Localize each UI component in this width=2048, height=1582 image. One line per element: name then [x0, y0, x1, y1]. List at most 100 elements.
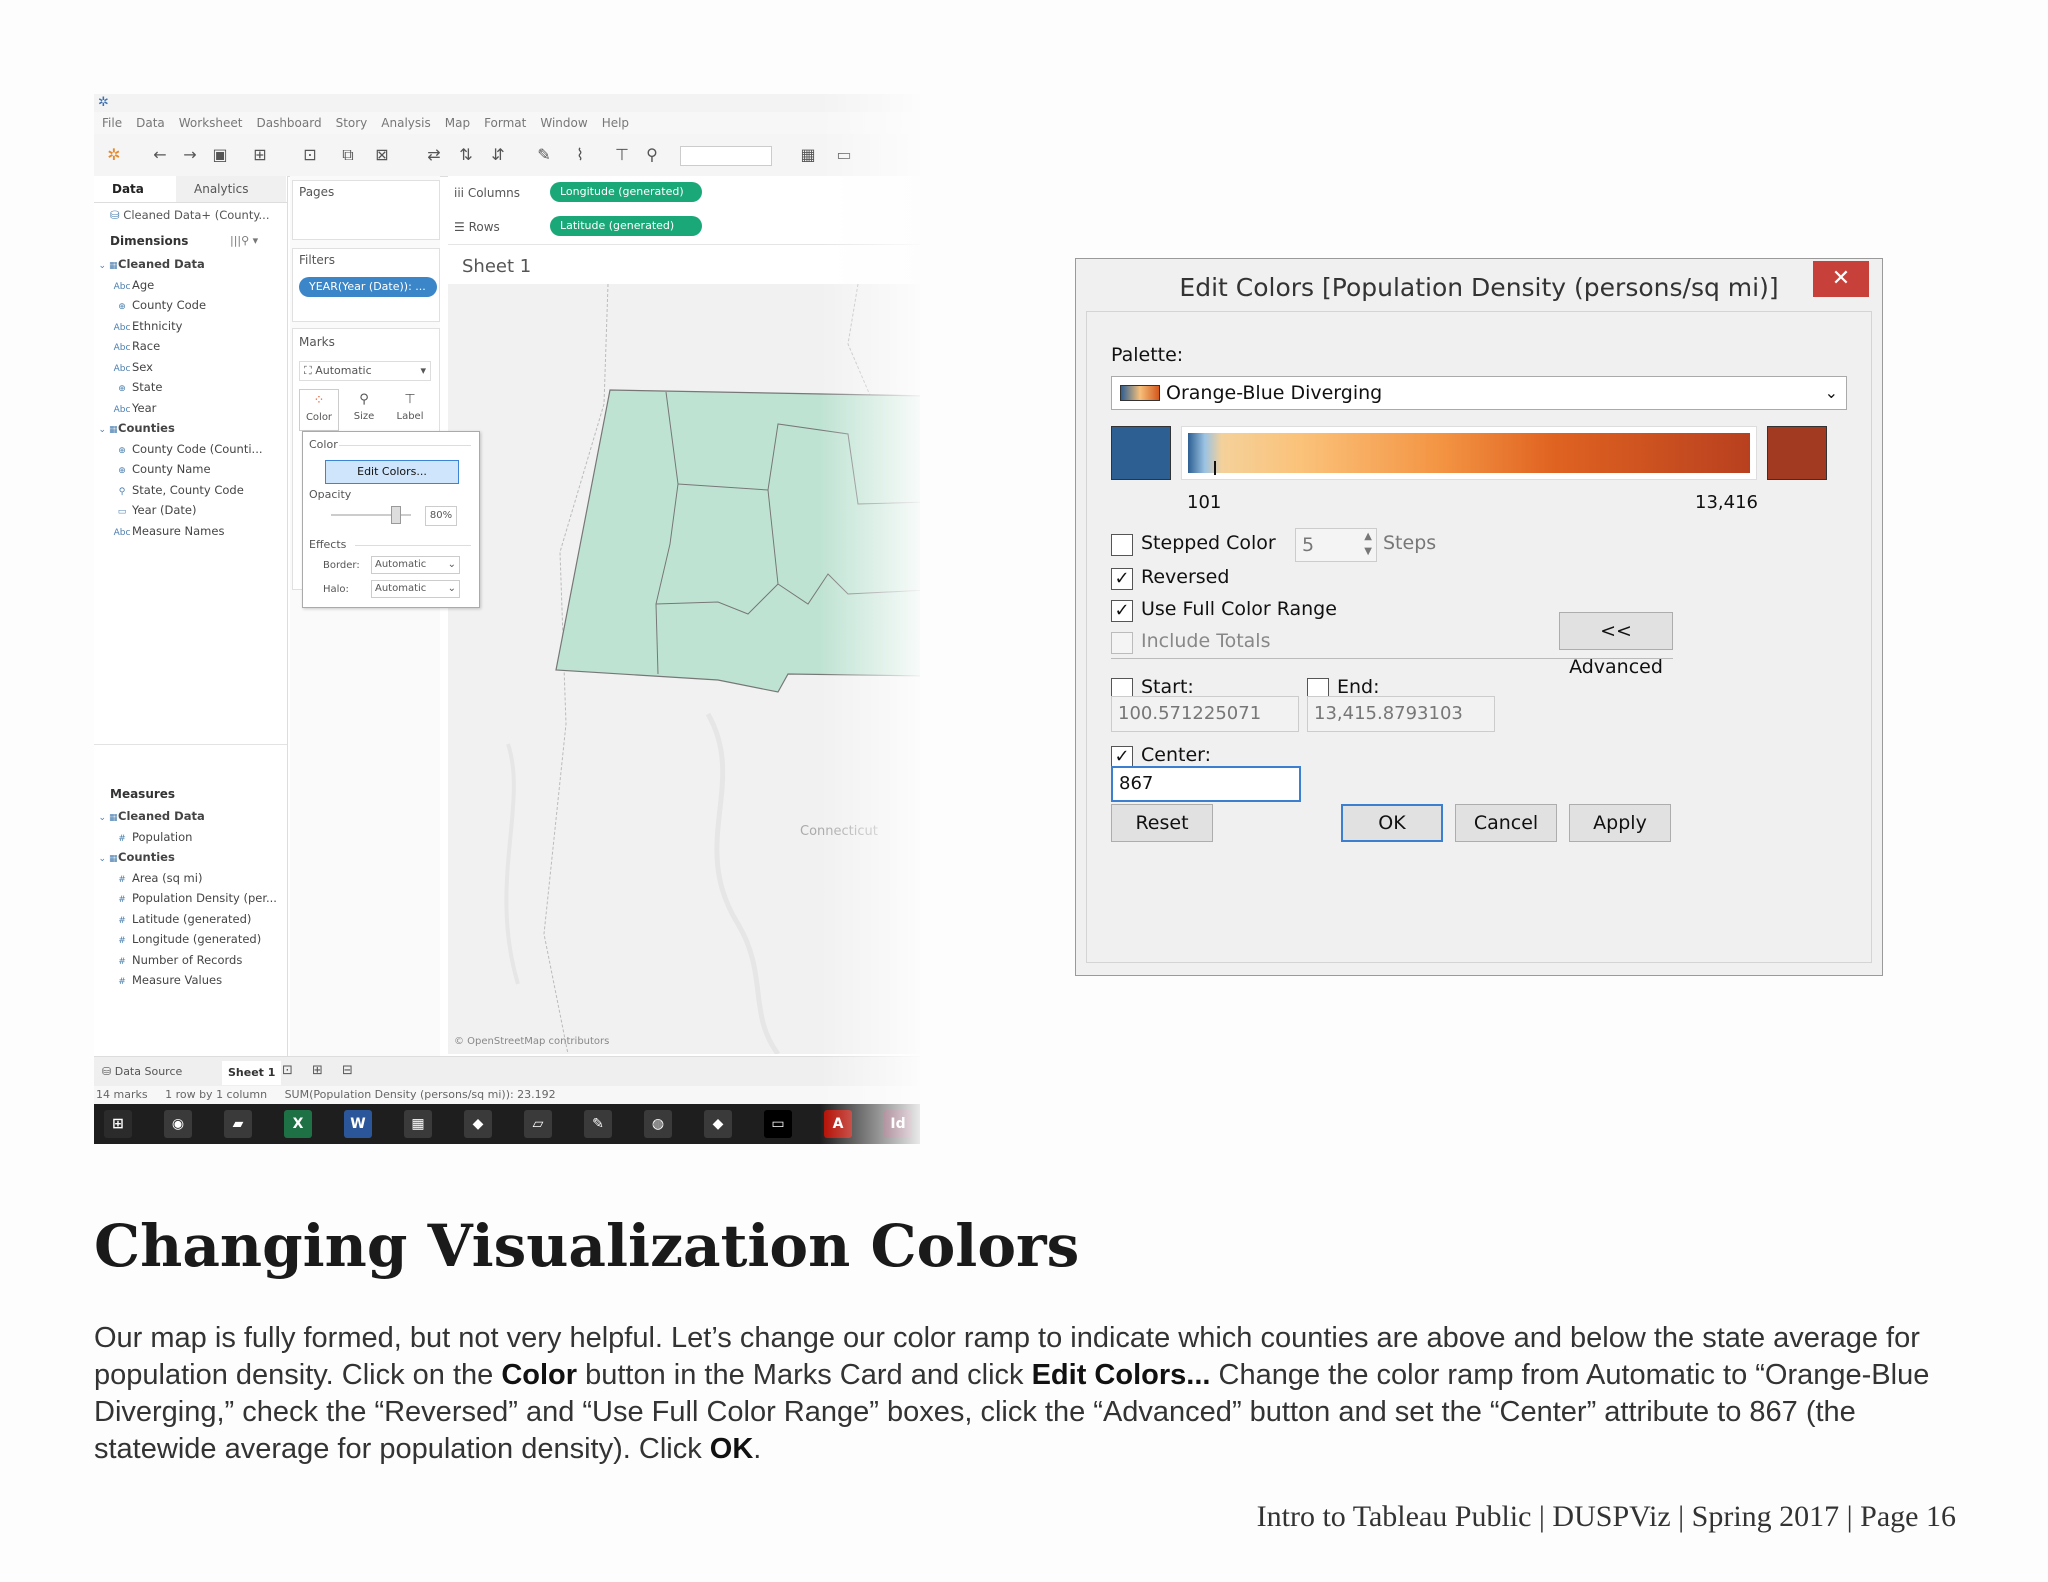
new-datasource-icon[interactable]: ⊞ — [250, 146, 270, 164]
field-item[interactable]: ⊕ County Code (Counti... — [94, 439, 262, 459]
mark-type-dropdown[interactable]: ⛶ Automatic ▾ — [299, 361, 431, 381]
sort-ascending-icon[interactable]: ⇅ — [456, 146, 476, 164]
tree-group[interactable]: ⌄ ▦Cleaned Data — [94, 806, 205, 826]
tab-analytics[interactable]: Analytics — [176, 176, 286, 202]
new-worksheet-icon[interactable]: ⊡ — [300, 146, 320, 164]
calculator-icon[interactable]: ▦ — [404, 1110, 432, 1138]
fit-dropdown[interactable] — [680, 146, 772, 166]
menu-item-map[interactable]: Map — [445, 112, 470, 134]
labels-icon[interactable]: ⊤ — [612, 146, 632, 164]
redo-icon[interactable]: → — [180, 146, 200, 164]
field-item[interactable]: # Population — [94, 827, 192, 847]
close-button[interactable]: ✕ — [1813, 261, 1869, 297]
halo-dropdown[interactable]: Automatic ⌄ — [371, 580, 460, 598]
tableau-home-icon[interactable]: ✲ — [104, 146, 124, 164]
reset-button[interactable]: Reset — [1111, 804, 1213, 842]
center-field[interactable]: 867 — [1111, 766, 1301, 802]
filters-card[interactable]: Filters YEAR(Year (Date)): ... — [292, 248, 440, 322]
end-field[interactable]: 13,415.8793103 — [1307, 696, 1495, 732]
new-dashboard-icon[interactable]: ⊞ — [312, 1063, 323, 1078]
field-item[interactable]: ▭ Year (Date) — [94, 500, 197, 520]
new-sheet-icon[interactable]: ⊡ — [282, 1063, 293, 1078]
field-item[interactable]: ⚲ State, County Code — [94, 480, 244, 500]
full-color-range-checkbox[interactable]: ✓ — [1111, 600, 1133, 622]
center-checkbox[interactable]: ✓ — [1111, 746, 1133, 768]
opacity-slider-handle[interactable] — [391, 506, 401, 524]
datasource-row[interactable]: ⛁ Cleaned Data+ (County... — [110, 206, 269, 224]
size-button[interactable]: ⚲ Size — [345, 389, 383, 429]
menu-item-worksheet[interactable]: Worksheet — [179, 112, 243, 134]
field-item[interactable]: # Measure Values — [94, 970, 222, 990]
app-icon[interactable]: ◆ — [464, 1110, 492, 1138]
low-color-swatch[interactable] — [1111, 426, 1171, 480]
columns-pill[interactable]: Longitude (generated) — [550, 182, 702, 202]
rows-pill[interactable]: Latitude (generated) — [550, 216, 702, 236]
tree-group[interactable]: ⌄ ▦Counties — [94, 847, 175, 867]
menu-item-story[interactable]: Story — [336, 112, 368, 134]
cancel-button[interactable]: Cancel — [1455, 804, 1557, 842]
excel-icon[interactable]: X — [284, 1110, 312, 1138]
advanced-button[interactable]: << Advanced — [1559, 612, 1673, 678]
show-me-icon[interactable]: ▦ — [798, 146, 818, 164]
reversed-checkbox[interactable]: ✓ — [1111, 568, 1133, 590]
save-icon[interactable]: ▣ — [210, 146, 230, 164]
menu-item-data[interactable]: Data — [136, 112, 165, 134]
swap-icon[interactable]: ⇄ — [424, 146, 444, 164]
app-icon[interactable]: ◆ — [704, 1110, 732, 1138]
field-item[interactable]: # Longitude (generated) — [94, 929, 261, 949]
high-color-swatch[interactable] — [1767, 426, 1827, 480]
palette-dropdown[interactable]: Orange-Blue Diverging ⌄ — [1111, 376, 1847, 410]
word-icon[interactable]: W — [344, 1110, 372, 1138]
menu-item-analysis[interactable]: Analysis — [381, 112, 430, 134]
tab-data-source[interactable]: ⛁ Data Source — [102, 1065, 182, 1078]
dimensions-tools-icon[interactable]: |||⚲ ▾ — [230, 234, 258, 247]
apply-button[interactable]: Apply — [1569, 804, 1671, 842]
windows-icon[interactable]: ⊞ — [104, 1110, 132, 1138]
opacity-input[interactable]: 80% — [425, 506, 457, 526]
sort-descending-icon[interactable]: ⇵ — [488, 146, 508, 164]
menu-item-window[interactable]: Window — [540, 112, 587, 134]
menu-item-help[interactable]: Help — [602, 112, 629, 134]
field-item[interactable]: Abc Year — [94, 398, 157, 418]
filter-pill[interactable]: YEAR(Year (Date)): ... — [299, 277, 437, 297]
field-item[interactable]: Abc Sex — [94, 357, 153, 377]
field-item[interactable]: # Number of Records — [94, 950, 242, 970]
border-dropdown[interactable]: Automatic ⌄ — [371, 556, 460, 574]
field-item[interactable]: ⊕ County Name — [94, 459, 210, 479]
field-item[interactable]: # Latitude (generated) — [94, 909, 251, 929]
folder-icon[interactable]: ▰ — [224, 1110, 252, 1138]
tree-group[interactable]: ⌄ ▦Counties — [94, 418, 175, 438]
field-item[interactable]: ⊕ County Code — [94, 295, 206, 315]
field-item[interactable]: # Population Density (per... — [94, 888, 277, 908]
ok-button[interactable]: OK — [1341, 804, 1443, 842]
menu-item-format[interactable]: Format — [484, 112, 526, 134]
globe-icon[interactable]: ◍ — [644, 1110, 672, 1138]
clear-sheet-icon[interactable]: ⊠ — [372, 146, 392, 164]
tab-data[interactable]: Data — [112, 176, 144, 202]
color-button[interactable]: ⁘ Color — [299, 389, 339, 431]
undo-icon[interactable]: ← — [150, 146, 170, 164]
duplicate-sheet-icon[interactable]: ⧉ — [338, 146, 358, 164]
field-item[interactable]: Abc Race — [94, 336, 161, 356]
field-item[interactable]: # Area (sq mi) — [94, 868, 202, 888]
steps-stepper[interactable]: 5 ▲ ▼ — [1295, 528, 1377, 562]
highlight-icon[interactable]: ✎ — [534, 146, 554, 164]
sticky-notes-icon[interactable]: ▱ — [524, 1110, 552, 1138]
paint-icon[interactable]: ✎ — [584, 1110, 612, 1138]
chrome-icon[interactable]: ◉ — [164, 1110, 192, 1138]
new-story-icon[interactable]: ⊟ — [342, 1063, 353, 1078]
stepped-color-checkbox[interactable] — [1111, 534, 1133, 556]
edit-colors-button[interactable]: Edit Colors... — [325, 460, 459, 484]
include-totals-checkbox[interactable] — [1111, 632, 1133, 654]
terminal-icon[interactable]: ▭ — [764, 1110, 792, 1138]
menu-item-file[interactable]: File — [102, 112, 122, 134]
label-button[interactable]: ⊤ Label — [391, 389, 429, 429]
start-field[interactable]: 100.571225071 — [1111, 696, 1299, 732]
pin-icon[interactable]: ⚲ — [642, 146, 662, 164]
tab-sheet-1[interactable]: Sheet 1 — [222, 1061, 282, 1085]
menu-item-dashboard[interactable]: Dashboard — [256, 112, 321, 134]
group-icon[interactable]: ⌇ — [570, 146, 590, 164]
field-item[interactable]: Abc Age — [94, 275, 155, 295]
pages-card[interactable]: Pages — [292, 180, 440, 240]
tree-group[interactable]: ⌄ ▦Cleaned Data — [94, 254, 205, 274]
